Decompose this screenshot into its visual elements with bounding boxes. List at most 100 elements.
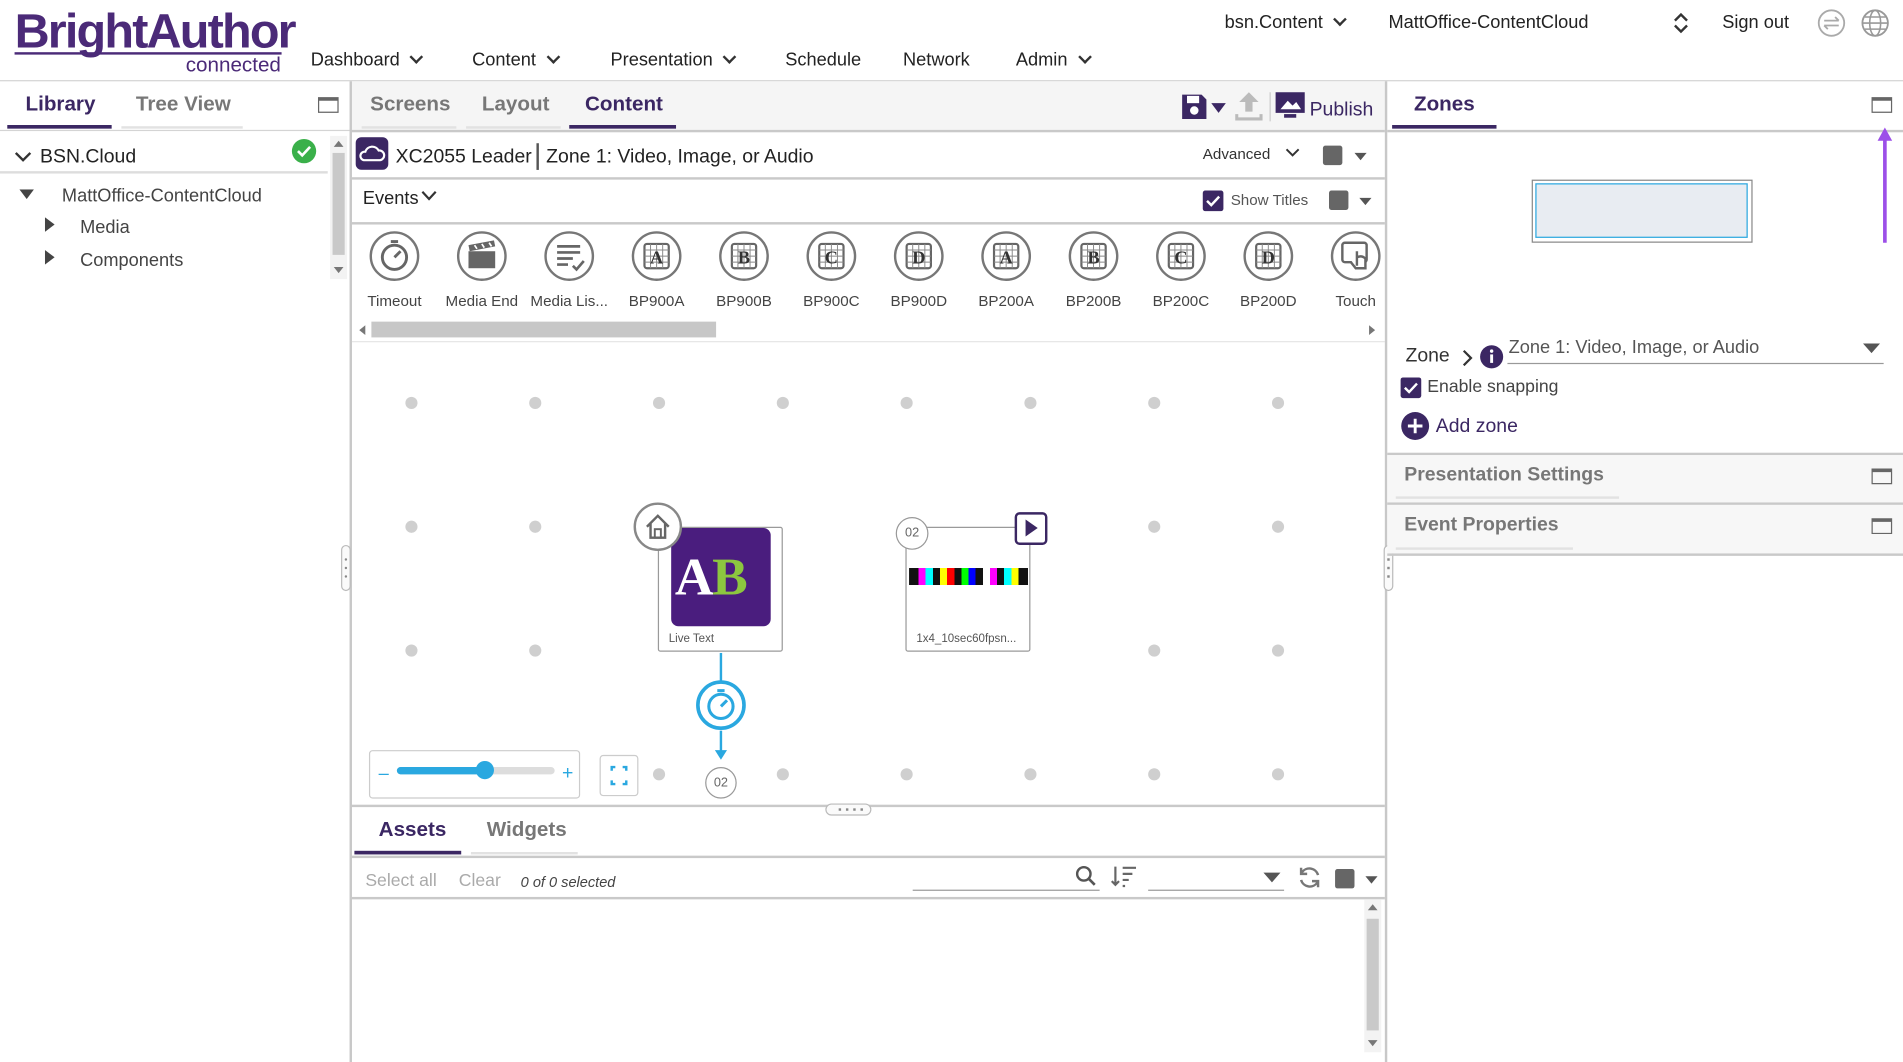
- events-dropdown[interactable]: Events: [363, 188, 419, 209]
- advanced-dropdown[interactable]: Advanced: [1203, 146, 1270, 163]
- select-all-link[interactable]: Select all: [365, 871, 436, 890]
- grid-dot: [1271, 644, 1285, 657]
- nav-content[interactable]: Content: [472, 50, 560, 70]
- caret-down-icon[interactable]: [1863, 343, 1881, 354]
- caret-down-icon[interactable]: [1365, 876, 1378, 884]
- event-properties-header[interactable]: Event Properties: [1404, 515, 1558, 537]
- caret-down-icon[interactable]: [19, 189, 34, 200]
- tree-node-media[interactable]: Media: [80, 217, 130, 238]
- chevron-down-icon[interactable]: [421, 191, 437, 202]
- panel-toggle-icon[interactable]: [1871, 97, 1893, 113]
- network-selector[interactable]: MattOffice-ContentCloud: [1388, 12, 1588, 33]
- sort-icon[interactable]: [1109, 864, 1138, 888]
- event-label: BP900B: [716, 292, 772, 310]
- add-circle-icon[interactable]: [1401, 411, 1430, 440]
- zoom-slider[interactable]: [396, 760, 555, 780]
- play-icon[interactable]: [1014, 512, 1048, 545]
- zoom-out-button[interactable]: –: [379, 763, 389, 784]
- refresh-icon[interactable]: [1296, 864, 1323, 891]
- asset-search-input[interactable]: [912, 889, 1100, 891]
- tab-zones[interactable]: Zones: [1414, 92, 1475, 116]
- nav-schedule[interactable]: Schedule: [785, 50, 861, 71]
- zoom-in-button[interactable]: +: [562, 763, 573, 785]
- grid-dot: [1271, 768, 1285, 781]
- tree-node-network[interactable]: MattOffice-ContentCloud: [62, 186, 262, 207]
- nav-admin[interactable]: Admin: [1016, 50, 1092, 70]
- zone-preview[interactable]: [1531, 179, 1753, 243]
- grid-dot: [405, 396, 418, 410]
- panel-toggle-icon[interactable]: [1871, 468, 1893, 485]
- fit-to-screen-button[interactable]: [599, 754, 639, 797]
- event-item[interactable]: B BP200B: [1050, 231, 1137, 318]
- home-icon[interactable]: [633, 502, 683, 552]
- caret-down-icon[interactable]: [1354, 152, 1367, 161]
- event-item[interactable]: D BP200D: [1225, 231, 1312, 318]
- caret-right-icon[interactable]: [44, 217, 55, 232]
- publish-button[interactable]: Publish: [1310, 100, 1374, 122]
- tab-assets[interactable]: Assets: [379, 818, 447, 842]
- zoom-slider-handle[interactable]: [475, 760, 494, 780]
- add-zone-button[interactable]: Add zone: [1436, 416, 1518, 438]
- save-icon[interactable]: [1181, 93, 1208, 120]
- show-titles-checkbox[interactable]: [1202, 190, 1224, 212]
- publish-icon[interactable]: [1274, 91, 1306, 120]
- event-item[interactable]: A BP900A: [613, 231, 700, 318]
- chevron-down-icon[interactable]: [14, 150, 32, 162]
- tab-layout[interactable]: Layout: [482, 92, 550, 116]
- caret-down-icon[interactable]: [1263, 872, 1281, 883]
- search-icon[interactable]: [1075, 865, 1097, 887]
- panel-toggle-icon[interactable]: [1871, 518, 1893, 535]
- tab-library[interactable]: Library: [25, 92, 95, 116]
- view-options-icon[interactable]: [1322, 145, 1343, 166]
- events-scrollbar[interactable]: [352, 320, 1381, 339]
- assets-scrollbar[interactable]: [1364, 899, 1382, 1053]
- event-item[interactable]: D BP900D: [875, 231, 962, 318]
- chevron-down-icon[interactable]: [1285, 148, 1300, 158]
- event-item[interactable]: B BP900B: [700, 231, 787, 318]
- sign-out-link[interactable]: Sign out: [1722, 12, 1789, 33]
- zone-select[interactable]: Zone 1: Video, Image, or Audio: [1509, 337, 1760, 358]
- view-options-icon[interactable]: [1329, 190, 1349, 210]
- splitter-handle[interactable]: [825, 803, 872, 816]
- splitter-handle[interactable]: [341, 544, 351, 592]
- tab-content[interactable]: Content: [585, 92, 663, 116]
- info-icon[interactable]: [1480, 345, 1504, 369]
- panel-toggle-icon[interactable]: [317, 97, 339, 113]
- library-scrollbar[interactable]: [330, 135, 348, 280]
- chevron-down-icon: [409, 50, 424, 64]
- zoom-control[interactable]: – +: [368, 750, 581, 799]
- tab-tree-view[interactable]: Tree View: [136, 92, 231, 116]
- button-panel-icon: B: [719, 231, 770, 282]
- sync-icon[interactable]: [1817, 8, 1846, 37]
- state-node-video[interactable]: 1x4_10sec60fpsn...: [905, 526, 1031, 652]
- clear-link[interactable]: Clear: [459, 871, 501, 890]
- account-selector[interactable]: bsn.Content: [1225, 12, 1347, 33]
- timeout-transition-icon[interactable]: [695, 680, 746, 731]
- tree-node-components[interactable]: Components: [80, 250, 183, 271]
- tree-root-bsn-cloud[interactable]: BSN.Cloud: [40, 147, 136, 169]
- event-item[interactable]: Media End: [438, 231, 525, 318]
- tab-screens[interactable]: Screens: [370, 92, 450, 116]
- target-state-badge[interactable]: 02: [705, 767, 737, 799]
- button-panel-icon: C: [806, 231, 857, 282]
- caret-right-icon[interactable]: [44, 250, 55, 265]
- tab-widgets[interactable]: Widgets: [487, 818, 567, 842]
- event-item[interactable]: C BP900C: [788, 231, 875, 318]
- save-dropdown-icon[interactable]: [1211, 103, 1226, 113]
- upload-icon[interactable]: [1234, 90, 1263, 122]
- caret-down-icon[interactable]: [1359, 197, 1372, 206]
- event-item[interactable]: A BP200A: [962, 231, 1049, 318]
- asset-filter-dropdown[interactable]: [1148, 889, 1285, 891]
- view-options-icon[interactable]: [1335, 869, 1355, 889]
- zone-1-rect[interactable]: [1535, 183, 1748, 238]
- updown-chevron-icon[interactable]: [1672, 12, 1689, 34]
- nav-presentation[interactable]: Presentation: [610, 50, 737, 70]
- event-item[interactable]: Timeout: [351, 231, 438, 318]
- enable-snapping-checkbox[interactable]: [1400, 377, 1422, 399]
- nav-network[interactable]: Network: [903, 50, 970, 71]
- event-item[interactable]: Media Lis...: [526, 231, 613, 318]
- nav-dashboard[interactable]: Dashboard: [311, 50, 424, 70]
- presentation-settings-header[interactable]: Presentation Settings: [1404, 465, 1604, 487]
- globe-icon[interactable]: [1861, 8, 1890, 37]
- event-item[interactable]: C BP200C: [1137, 231, 1224, 318]
